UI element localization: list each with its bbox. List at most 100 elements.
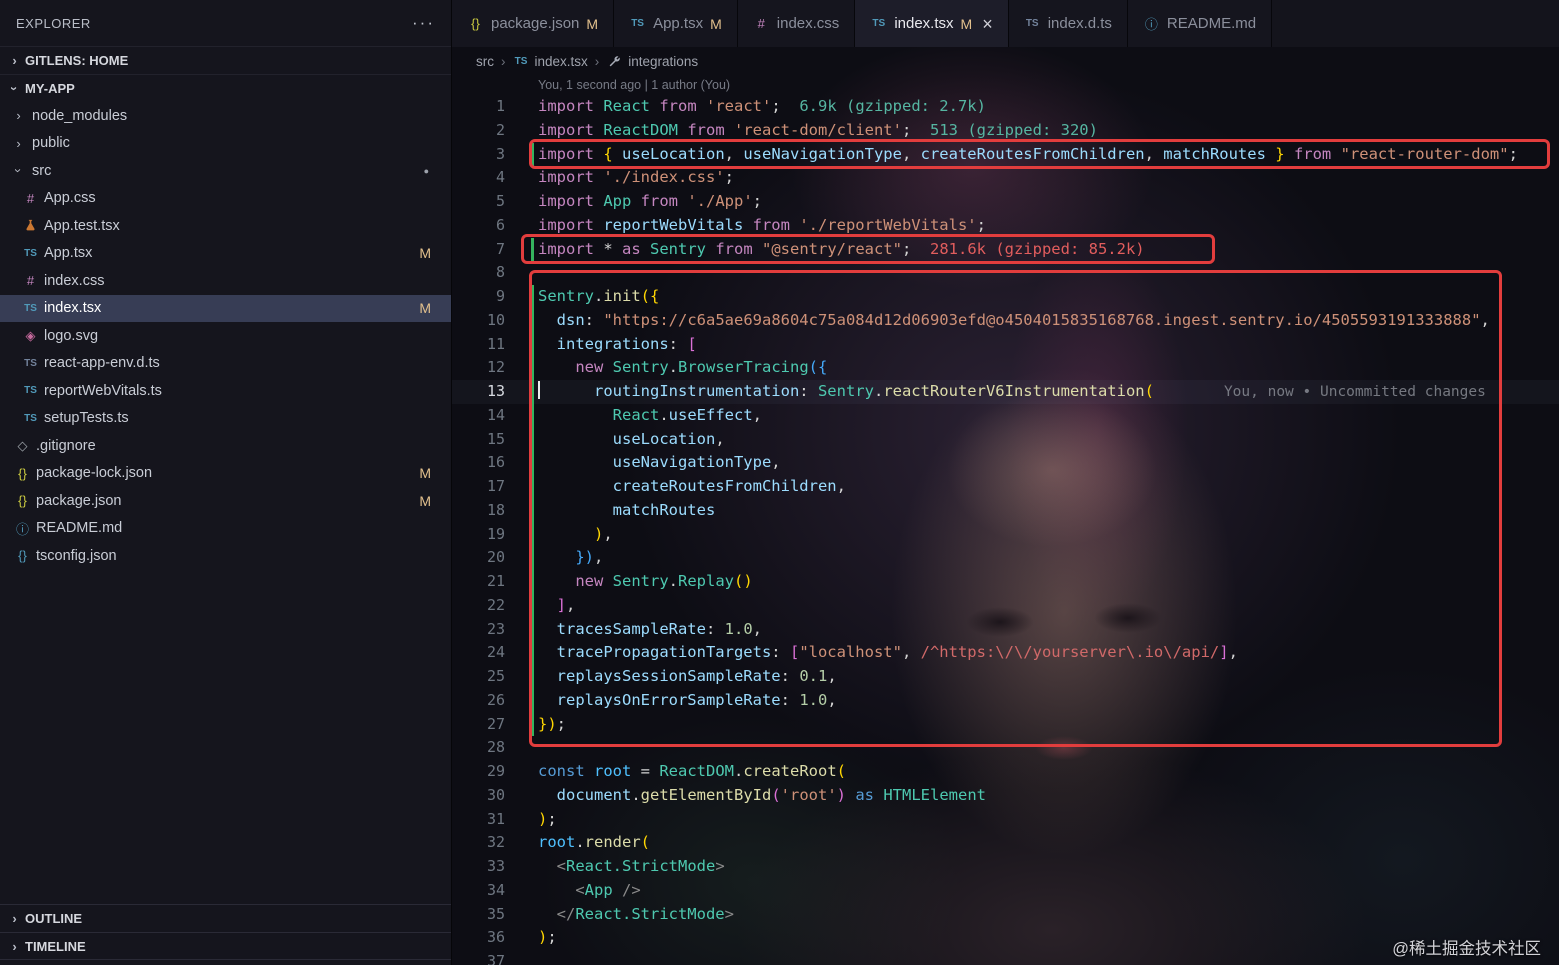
json_blue-icon: {}	[18, 548, 27, 564]
code-line-2[interactable]: 2 import ReactDOM from 'react-dom/client'…	[452, 119, 1559, 143]
tab-index.tsx[interactable]: TS index.tsx M ×	[855, 0, 1009, 47]
git-gutter	[505, 166, 538, 190]
code-text: </React.StrictMode>	[538, 904, 734, 923]
code-line-28[interactable]: 28	[452, 736, 1559, 760]
tree-item-public[interactable]: › public	[0, 130, 451, 158]
tab-README.md[interactable]: ⓘ README.md	[1127, 0, 1273, 47]
code-text: }),	[538, 548, 604, 567]
code-line-14[interactable]: 14 React.useEffect,	[452, 403, 1559, 428]
git-gutter	[505, 119, 538, 143]
code-line-1[interactable]: 1 import React from 'react'; 6.9k (gzippe…	[452, 95, 1559, 119]
tree-item-README.md[interactable]: ⓘ README.md	[0, 515, 451, 543]
code-line-7[interactable]: 7 import * as Sentry from "@sentry/react"…	[452, 237, 1559, 262]
code-line-30[interactable]: 30 document.getElementById('root') as HT…	[452, 784, 1559, 808]
section-gitlens-home[interactable]: › GITLENS: HOME	[0, 46, 451, 74]
code-line-5[interactable]: 5 import App from './App';	[452, 190, 1559, 214]
tree-item-App.test.tsx[interactable]: App.test.tsx	[0, 212, 451, 240]
git-gutter	[505, 522, 538, 547]
breadcrumb-separator-icon: ›	[594, 53, 600, 69]
code-line-31[interactable]: 31);	[452, 808, 1559, 832]
code-line-16[interactable]: 16 useNavigationType,	[452, 451, 1559, 475]
code-text: document.getElementById('root') as HTMLE…	[538, 785, 986, 804]
code-line-8[interactable]: 8	[452, 261, 1559, 285]
code-line-9[interactable]: 9 Sentry.init({	[452, 285, 1559, 309]
code-line-11[interactable]: 11 integrations: [	[452, 332, 1559, 357]
tree-item-.gitignore[interactable]: ◇ .gitignore	[0, 432, 451, 460]
tree-item-src[interactable]: › src ●	[0, 157, 451, 185]
code-text: new Sentry.Replay()	[538, 572, 753, 590]
line-number: 6	[495, 215, 505, 234]
css-icon: #	[26, 190, 35, 206]
line-number: 7	[495, 239, 505, 258]
code-line-6[interactable]: 6 import reportWebVitals from './reportWe…	[452, 214, 1559, 238]
code-line-10[interactable]: 10 dsn: "https://c6a5ae69a8604c75a084d12…	[452, 308, 1559, 333]
section-project-root[interactable]: › MY-APP	[0, 74, 451, 101]
tree-item-logo.svg[interactable]: ◈ logo.svg	[0, 322, 451, 350]
code-line-23[interactable]: 23 tracesSampleRate: 1.0,	[452, 617, 1559, 642]
tree-item-tsconfig.json[interactable]: {} tsconfig.json	[0, 542, 451, 570]
more-actions-icon[interactable]: ···	[412, 13, 435, 33]
tree-item-App.css[interactable]: # App.css	[0, 185, 451, 213]
breadcrumb-item-index.tsx[interactable]: TS index.tsx	[513, 54, 588, 69]
code-line-35[interactable]: 35 </React.StrictMode>	[452, 903, 1559, 927]
breadcrumb-item-integrations[interactable]: integrations	[606, 54, 698, 69]
line-number: 33	[486, 857, 505, 875]
code-line-17[interactable]: 17 createRoutesFromChildren,	[452, 475, 1559, 499]
tree-item-index.tsx[interactable]: TS index.tsx M	[0, 294, 451, 322]
info-icon: ⓘ	[15, 521, 29, 537]
tree-item-label: App.css	[44, 190, 96, 207]
code-line-15[interactable]: 15 useLocation,	[452, 427, 1559, 452]
close-icon[interactable]: ×	[982, 15, 993, 33]
code-line-3[interactable]: 3 import { useLocation, useNavigationType…	[452, 142, 1559, 167]
outline-section-label: OUTLINE	[25, 911, 83, 926]
code-line-18[interactable]: 18 matchRoutes	[452, 498, 1559, 523]
tab-label: index.css	[776, 15, 840, 32]
breadcrumb-item-src[interactable]: src	[476, 54, 494, 69]
code-line-34[interactable]: 34 <App />	[452, 879, 1559, 903]
tree-item-App.tsx[interactable]: TS App.tsx M	[0, 240, 451, 268]
code-line-21[interactable]: 21 new Sentry.Replay()	[452, 570, 1559, 594]
gitlens-codelens[interactable]: You, 1 second ago | 1 author (You)	[452, 75, 1559, 95]
modified-badge: M	[419, 245, 431, 262]
code-line-12[interactable]: 12 new Sentry.BrowserTracing({	[452, 356, 1559, 380]
code-line-13[interactable]: 13 routingInstrumentation: Sentry.reactR…	[452, 380, 1559, 404]
tree-item-package-lock.json[interactable]: {} package-lock.json M	[0, 460, 451, 488]
section-outline[interactable]: › OUTLINE	[0, 904, 451, 932]
git-gutter	[505, 261, 538, 285]
chevron-right-icon: ›	[12, 938, 17, 954]
line-number: 4	[495, 168, 505, 187]
tab-package.json[interactable]: {} package.json M	[452, 0, 615, 47]
code-line-20[interactable]: 20 }),	[452, 546, 1559, 570]
code-line-22[interactable]: 22 ],	[452, 593, 1559, 618]
explorer-header: EXPLORER ···	[0, 0, 451, 46]
line-number: 10	[486, 310, 505, 329]
code-line-33[interactable]: 33 <React.StrictMode>	[452, 855, 1559, 879]
tree-item-label: index.tsx	[44, 300, 102, 317]
tree-item-label: logo.svg	[44, 327, 99, 344]
tree-item-node_modules[interactable]: › node_modules	[0, 102, 451, 130]
code-line-25[interactable]: 25 replaysSessionSampleRate: 0.1,	[452, 665, 1559, 689]
code-line-24[interactable]: 24 tracePropagationTargets: ["localhost"…	[452, 641, 1559, 665]
tab-index.css[interactable]: # index.css	[737, 0, 856, 47]
git-gutter	[505, 427, 538, 452]
tree-item-index.css[interactable]: # index.css	[0, 267, 451, 295]
tree-item-reportWebVitals.ts[interactable]: TS reportWebVitals.ts	[0, 377, 451, 405]
code-line-29[interactable]: 29 const root = ReactDOM.createRoot(	[452, 760, 1559, 784]
code-text: React.useEffect,	[538, 405, 763, 424]
tree-item-label: package-lock.json	[36, 465, 153, 482]
section-timeline[interactable]: › TIMELINE	[0, 932, 451, 960]
code-editor[interactable]: You, 1 second ago | 1 author (You) 1 impo…	[452, 75, 1559, 965]
git-gutter	[505, 831, 538, 855]
code-line-4[interactable]: 4 import './index.css';	[452, 166, 1559, 190]
code-line-19[interactable]: 19 ),	[452, 522, 1559, 547]
code-line-26[interactable]: 26 replaysOnErrorSampleRate: 1.0,	[452, 688, 1559, 713]
code-line-27[interactable]: 27});	[452, 712, 1559, 737]
tree-item-package.json[interactable]: {} package.json M	[0, 487, 451, 515]
tab-index.d.ts[interactable]: TS index.d.ts	[1008, 0, 1128, 47]
tab-App.tsx[interactable]: TS App.tsx M	[614, 0, 738, 47]
tree-item-setupTests.ts[interactable]: TS setupTests.ts	[0, 405, 451, 433]
code-line-32[interactable]: 32 root.render(	[452, 831, 1559, 855]
tree-item-label: setupTests.ts	[44, 410, 129, 427]
tree-item-react-app-env.d.ts[interactable]: TS react-app-env.d.ts	[0, 350, 451, 378]
code-text: tracePropagationTargets: ["localhost", /…	[538, 643, 1238, 662]
